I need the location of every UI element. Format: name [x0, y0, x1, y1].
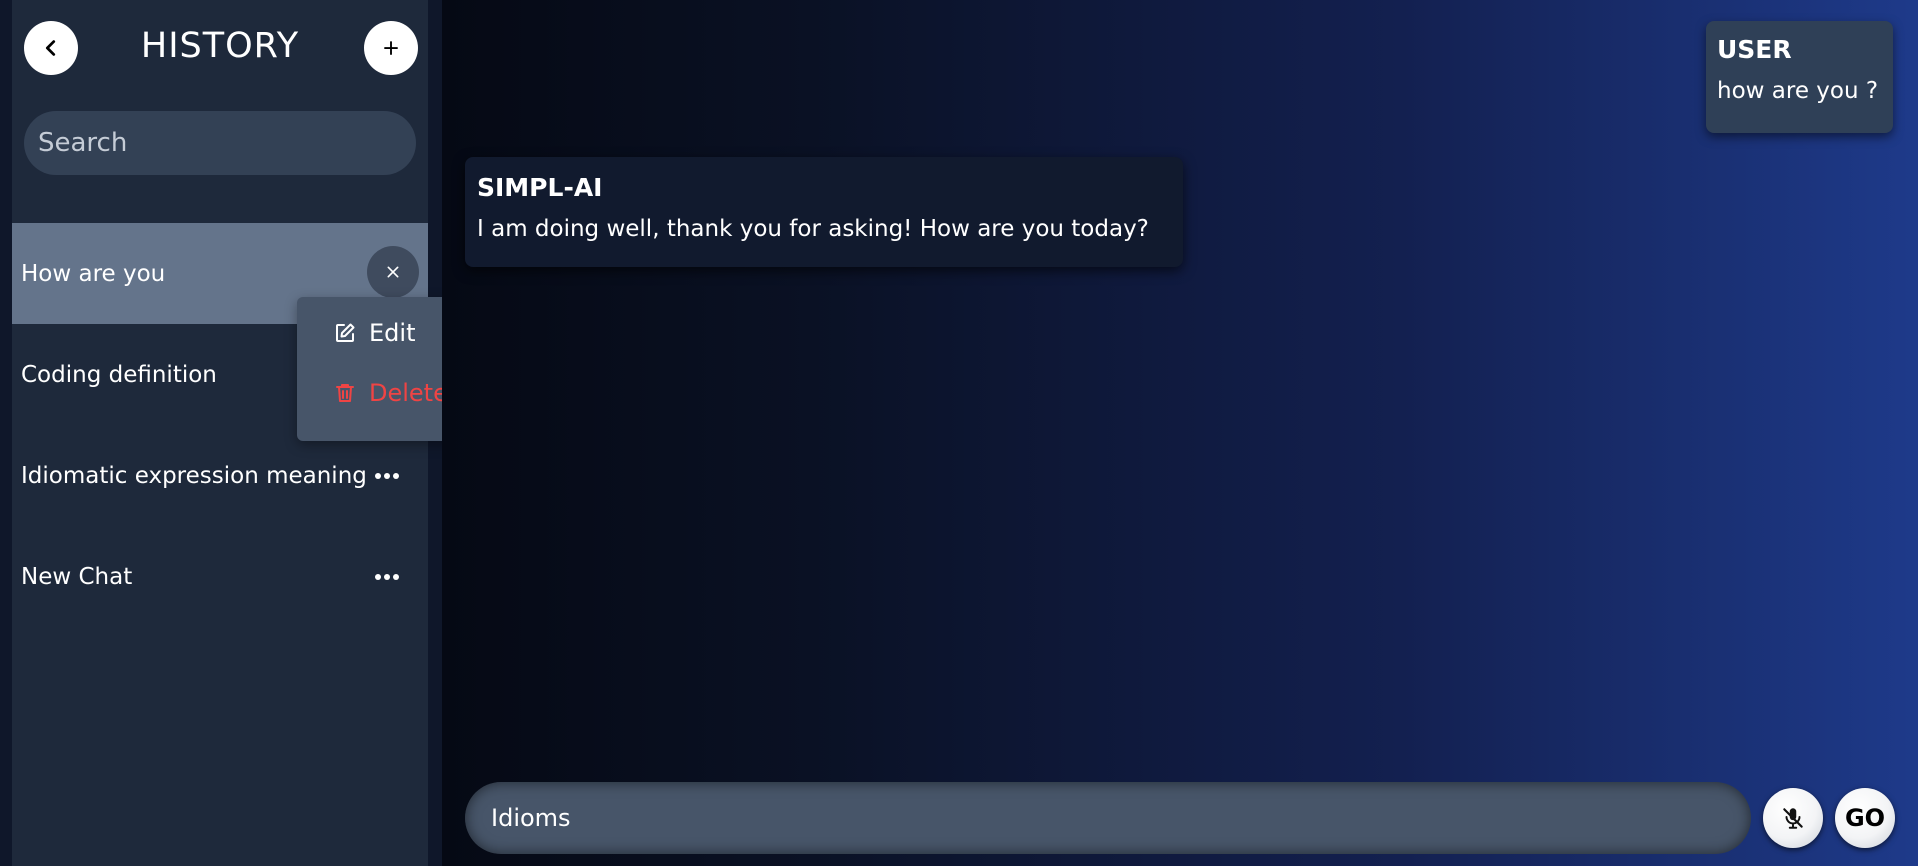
chat-area: USER how are you ? SIMPL-AI I am doing w…	[442, 0, 1918, 866]
chat-item-new-chat[interactable]: New Chat	[12, 526, 428, 627]
trash-icon	[336, 384, 354, 402]
more-horizontal-icon	[375, 472, 399, 479]
chat-item-menu-button[interactable]	[367, 456, 407, 496]
chat-item-label: Coding definition	[21, 361, 217, 388]
user-message-text: how are you ?	[1717, 78, 1879, 104]
close-item-button[interactable]	[367, 246, 419, 298]
edit-icon	[336, 323, 355, 342]
message-input[interactable]	[489, 803, 1727, 833]
ai-message-text: I am doing well, thank you for asking! H…	[477, 216, 1149, 242]
chat-item-label: Idiomatic expression meaning	[21, 462, 367, 489]
search-field[interactable]	[24, 111, 416, 175]
message-composer[interactable]	[465, 782, 1751, 854]
ai-sender-label: SIMPL-AI	[477, 173, 603, 202]
close-icon	[387, 266, 399, 278]
user-message: USER how are you ?	[1706, 21, 1893, 133]
mic-toggle-button[interactable]	[1763, 788, 1823, 848]
edit-label: Edit	[369, 319, 416, 347]
more-horizontal-icon	[375, 573, 399, 580]
search-input[interactable]	[36, 127, 404, 159]
delete-menu-item[interactable]: Delete	[333, 379, 448, 407]
delete-label: Delete	[369, 379, 448, 407]
user-sender-label: USER	[1717, 35, 1792, 64]
new-chat-button[interactable]	[364, 21, 418, 75]
chat-item-label: How are you	[21, 260, 166, 287]
chat-item-menu-button[interactable]	[367, 557, 407, 597]
plus-icon	[384, 41, 398, 55]
left-edge	[0, 0, 12, 866]
go-button[interactable]: GO	[1835, 788, 1895, 848]
app: HISTORY How are you Coding definition Id…	[0, 0, 1918, 866]
edit-menu-item[interactable]: Edit	[333, 319, 415, 347]
mic-off-icon	[1783, 808, 1803, 829]
ai-message: SIMPL-AI I am doing well, thank you for …	[465, 157, 1183, 267]
chat-item-label: New Chat	[21, 563, 133, 590]
